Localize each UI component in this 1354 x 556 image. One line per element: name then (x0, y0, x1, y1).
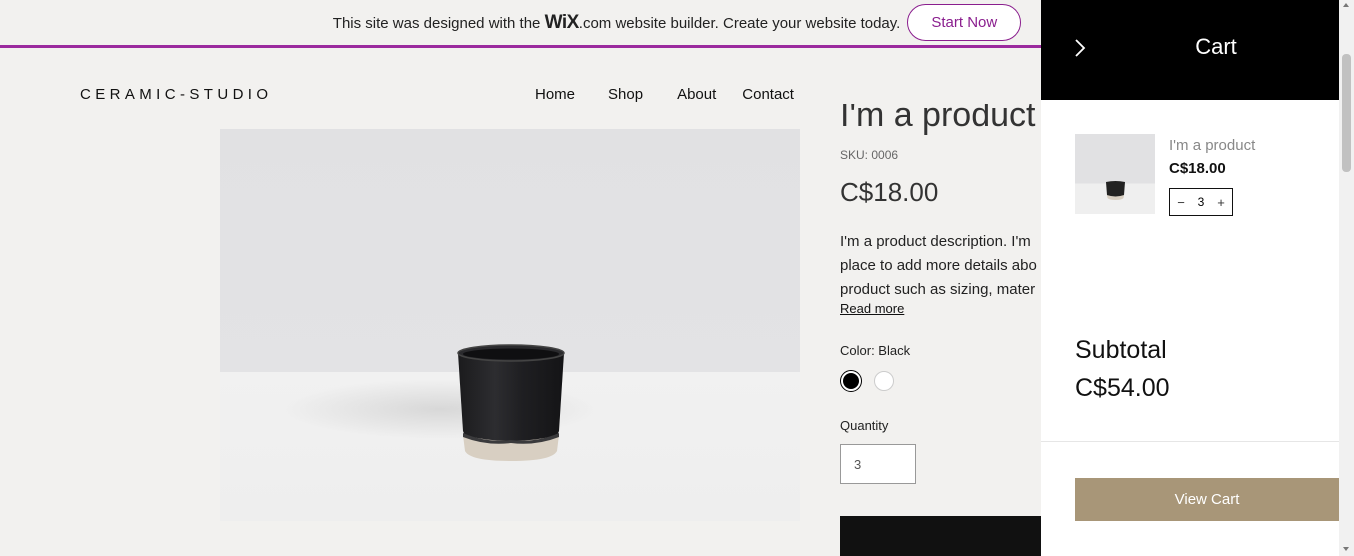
scrollbar-thumb[interactable] (1342, 54, 1351, 172)
subtotal-label: Subtotal (1075, 336, 1167, 364)
main-nav: Home Shop About Contact (535, 86, 794, 103)
color-label: Color: Black (840, 343, 911, 358)
start-now-button[interactable]: Start Now (907, 4, 1022, 41)
wix-banner-text-before: This site was designed with the (332, 14, 545, 32)
nav-contact[interactable]: Contact (742, 86, 794, 103)
nav-about[interactable]: About (677, 86, 716, 103)
decrement-button[interactable]: − (1175, 195, 1187, 210)
description-line-3: product such as sizing, mater (840, 281, 1036, 298)
scroll-down-arrow-icon[interactable] (1343, 547, 1349, 551)
site-logo[interactable]: CERAMIC-STUDIO (80, 86, 272, 103)
nav-home[interactable]: Home (535, 86, 575, 103)
cart-quantity-stepper: − 3 + (1169, 188, 1233, 216)
color-swatch-white[interactable] (874, 371, 894, 391)
black-cup-image (457, 344, 565, 461)
description-line-2: place to add more details abo (840, 257, 1037, 274)
scroll-up-arrow-icon[interactable] (1343, 3, 1349, 7)
add-to-cart-button[interactable] (840, 516, 1050, 556)
wix-banner-text: This site was designed with the WiX.com … (333, 12, 901, 34)
product-price: C$18.00 (840, 177, 939, 207)
page-scrollbar[interactable] (1339, 0, 1354, 556)
cart-header: Cart (1041, 0, 1339, 100)
description-line-1: I'm a product description. I'm (840, 233, 1031, 250)
product-title-text: I'm a product (840, 104, 1036, 129)
cart-item-thumbnail[interactable] (1075, 134, 1155, 214)
product-title-visible: I'm a product (838, 104, 1041, 129)
cup-thumbnail-icon (1106, 181, 1125, 200)
cart-item-name[interactable]: I'm a product (1169, 137, 1255, 154)
cart-item-price: C$18.00 (1169, 160, 1226, 177)
cart-item-quantity[interactable]: 3 (1198, 195, 1205, 209)
increment-button[interactable]: + (1215, 195, 1227, 210)
product-description: I'm a product description. I'm place to … (840, 230, 1055, 302)
cart-panel: Cart I'm a product C$18.00 − 3 + Subtota… (1041, 0, 1339, 556)
color-swatch-black[interactable] (840, 370, 862, 392)
quantity-input[interactable]: 3 (840, 444, 916, 484)
product-sku: SKU: 0006 (840, 148, 899, 162)
cart-divider (1041, 441, 1339, 442)
wix-logo: WiX (544, 11, 580, 33)
read-more-link[interactable]: Read more (840, 301, 904, 316)
product-image[interactable] (220, 129, 800, 521)
view-cart-button[interactable]: View Cart (1075, 478, 1339, 521)
quantity-label: Quantity (840, 418, 889, 433)
nav-shop[interactable]: Shop (608, 86, 643, 103)
cart-title: Cart (1195, 34, 1237, 59)
subtotal-value: C$54.00 (1075, 374, 1170, 402)
wix-banner-text-after: .com website builder. Create your websit… (578, 14, 901, 32)
